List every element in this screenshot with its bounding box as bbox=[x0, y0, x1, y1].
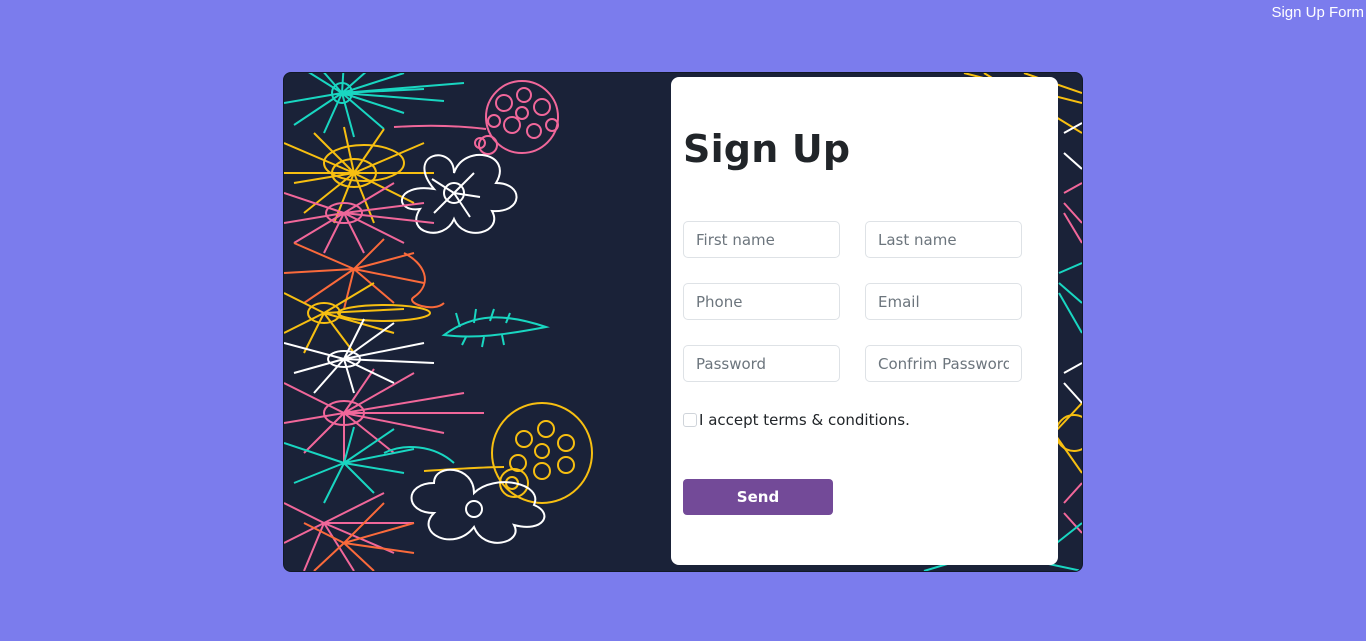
signup-form: Sign Up I accept terms & conditions. Sen… bbox=[671, 77, 1058, 565]
password-input[interactable] bbox=[683, 345, 840, 382]
phone-input[interactable] bbox=[683, 283, 840, 320]
terms-row: I accept terms & conditions. bbox=[683, 411, 910, 429]
terms-label: I accept terms & conditions. bbox=[699, 411, 910, 429]
send-button[interactable]: Send bbox=[683, 479, 833, 515]
email-input[interactable] bbox=[865, 283, 1022, 320]
form-title: Sign Up bbox=[683, 127, 851, 171]
confirm-password-input[interactable] bbox=[865, 345, 1022, 382]
page-title: Sign Up Form bbox=[1271, 4, 1364, 21]
terms-checkbox[interactable] bbox=[683, 413, 697, 427]
first-name-input[interactable] bbox=[683, 221, 840, 258]
last-name-input[interactable] bbox=[865, 221, 1022, 258]
signup-card: Sign Up I accept terms & conditions. Sen… bbox=[283, 72, 1083, 572]
